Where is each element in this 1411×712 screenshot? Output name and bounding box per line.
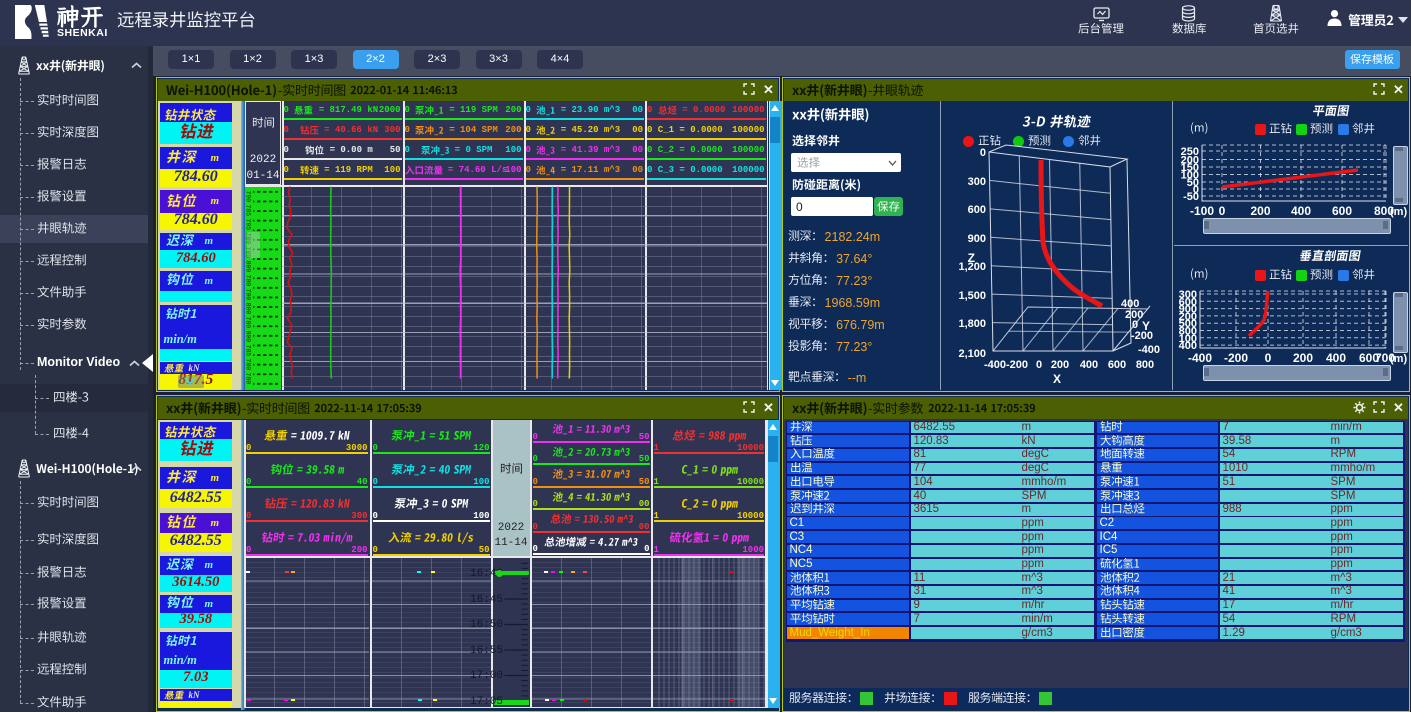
svg-text:-200: -200	[1224, 351, 1248, 365]
svg-text:200: 200	[1293, 351, 1313, 365]
svg-text:-400: -400	[1188, 351, 1212, 365]
svg-text:400: 400	[1326, 351, 1346, 365]
svg-text:(m): (m)	[1390, 353, 1407, 365]
svg-text:0: 0	[1265, 351, 1272, 365]
